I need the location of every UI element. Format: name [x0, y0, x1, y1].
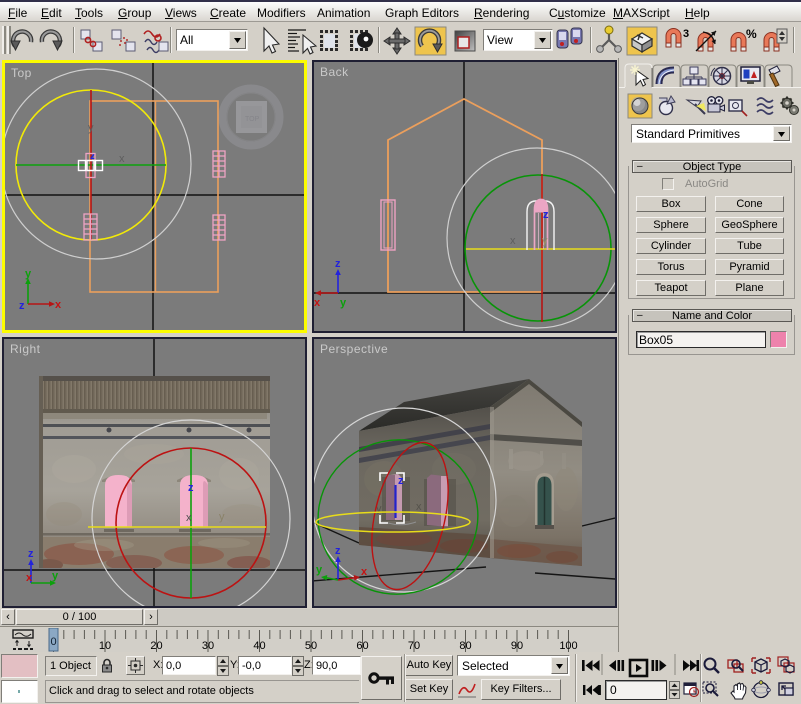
svg-text:90: 90: [511, 640, 523, 652]
svg-text:z: z: [19, 300, 25, 312]
svg-text:3: 3: [683, 28, 689, 40]
svg-text:y: y: [25, 268, 32, 280]
svg-text:y: y: [52, 570, 59, 582]
svg-text:60: 60: [356, 640, 368, 652]
svg-text:z: z: [28, 548, 34, 560]
svg-text:z: z: [335, 258, 341, 270]
svg-text:100: 100: [559, 640, 577, 652]
svg-text:y: y: [219, 511, 225, 523]
svg-text:x: x: [510, 235, 516, 247]
svg-text:10: 10: [99, 640, 111, 652]
svg-text:0: 0: [50, 636, 56, 648]
svg-text:z: z: [543, 209, 549, 221]
svg-text:x: x: [416, 501, 422, 513]
svg-text:z: z: [188, 482, 194, 494]
svg-text:%: %: [746, 27, 757, 41]
svg-text:40: 40: [253, 640, 265, 652]
svg-text:y: y: [88, 122, 94, 134]
svg-text:20: 20: [150, 640, 162, 652]
svg-text:z: z: [335, 545, 341, 557]
svg-text:30: 30: [202, 640, 214, 652]
svg-text:x: x: [361, 566, 368, 578]
svg-text:x: x: [55, 299, 62, 311]
svg-text:z: z: [398, 475, 404, 487]
svg-text:y: y: [340, 297, 347, 309]
svg-text:x: x: [119, 153, 125, 165]
svg-text:70: 70: [408, 640, 420, 652]
svg-text:y: y: [542, 235, 548, 247]
svg-text:x: x: [186, 512, 192, 524]
svg-text:50: 50: [305, 640, 317, 652]
svg-text:TOP: TOP: [245, 116, 260, 123]
svg-text:x: x: [314, 297, 321, 309]
svg-text:x: x: [26, 572, 33, 584]
svg-text:y: y: [316, 564, 323, 576]
svg-text:80: 80: [459, 640, 471, 652]
